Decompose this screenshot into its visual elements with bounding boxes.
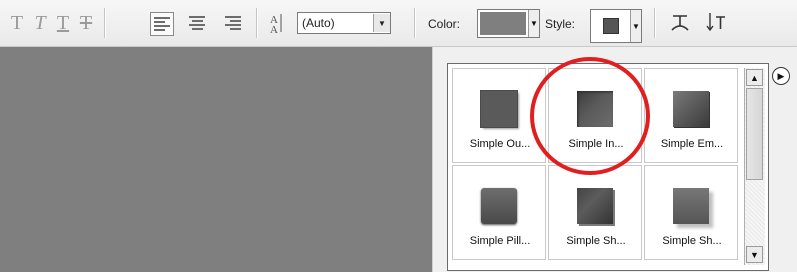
chevron-down-icon[interactable]: ▼ xyxy=(373,14,390,32)
align-right-icon xyxy=(225,14,241,32)
toolbar-separator xyxy=(414,8,416,38)
scrollbar-thumb[interactable] xyxy=(746,88,763,180)
style-grid-scrollbar[interactable]: ▲ ▼ xyxy=(744,68,765,265)
leading-combo[interactable]: (Auto) ▼ xyxy=(297,12,391,34)
chevron-down-icon[interactable]: ▼ xyxy=(630,10,641,42)
color-picker[interactable]: ▼ xyxy=(477,9,540,38)
style-thumbnail xyxy=(577,188,613,224)
scroll-down-button[interactable]: ▼ xyxy=(746,246,763,263)
toolbar-separator xyxy=(654,8,656,38)
text-orientation-icon xyxy=(706,13,725,32)
color-label: Color: xyxy=(428,17,461,31)
align-center-icon xyxy=(189,14,205,32)
text-orientation-button[interactable] xyxy=(704,10,728,34)
style-preview-icon xyxy=(602,18,619,34)
style-cell-simple-pillow[interactable]: Simple Pill... xyxy=(452,165,546,260)
style-label: Simple Ou... xyxy=(469,138,531,150)
warp-text-icon xyxy=(671,15,689,31)
style-label: Simple In... xyxy=(568,138,624,150)
warp-text-button[interactable] xyxy=(668,10,692,34)
leading-icon: A A xyxy=(266,11,290,35)
align-right-button[interactable] xyxy=(222,12,244,34)
align-left-icon xyxy=(154,15,170,33)
style-swatch[interactable] xyxy=(591,10,630,42)
style-cell-simple-sharp[interactable]: Simple Sh... xyxy=(548,165,642,260)
style-label: Style: xyxy=(545,17,576,31)
style-cell-simple-emboss[interactable]: Simple Em... xyxy=(644,68,738,163)
svg-text:A: A xyxy=(270,24,278,34)
style-thumbnail xyxy=(577,91,613,127)
strikethrough-button[interactable]: T xyxy=(75,8,97,38)
style-label: Simple Sh... xyxy=(662,235,722,247)
document-canvas xyxy=(0,47,432,272)
style-picker-panel: Simple Ou... Simple In... Simple Em... S… xyxy=(432,47,797,272)
underline-button[interactable]: T xyxy=(52,8,74,38)
scroll-up-button[interactable]: ▲ xyxy=(746,69,763,86)
panel-menu-icon[interactable]: ▶ xyxy=(772,67,790,85)
style-thumbnail xyxy=(673,188,709,224)
style-cell-simple-sharp-2[interactable]: Simple Sh... xyxy=(644,165,738,260)
style-cell-simple-inner[interactable]: Simple In... xyxy=(548,68,642,163)
toolbar-separator xyxy=(104,8,106,38)
color-swatch[interactable] xyxy=(480,12,526,35)
chevron-down-icon[interactable]: ▼ xyxy=(528,10,539,37)
style-thumbnail xyxy=(481,188,517,224)
style-thumbnail xyxy=(673,91,709,127)
style-picker[interactable]: ▼ xyxy=(590,9,642,43)
style-cell-simple-outer[interactable]: Simple Ou... xyxy=(452,68,546,163)
style-grid: Simple Ou... Simple In... Simple Em... S… xyxy=(452,68,742,264)
text-toolbar: T T T T A A (Auto) ▼ Color: ▼ Style: ▼ xyxy=(0,0,797,47)
faux-bold-button[interactable]: T xyxy=(6,8,28,38)
style-label: Simple Sh... xyxy=(566,235,626,247)
align-center-button[interactable] xyxy=(186,12,208,34)
toolbar-separator xyxy=(256,8,258,38)
style-label: Simple Em... xyxy=(660,138,724,150)
style-grid-frame: Simple Ou... Simple In... Simple Em... S… xyxy=(447,63,769,271)
style-label: Simple Pill... xyxy=(469,235,531,247)
align-left-button[interactable] xyxy=(150,12,174,36)
leading-value: (Auto) xyxy=(302,16,335,30)
style-thumbnail xyxy=(481,91,517,127)
faux-italic-button[interactable]: T xyxy=(29,8,51,38)
